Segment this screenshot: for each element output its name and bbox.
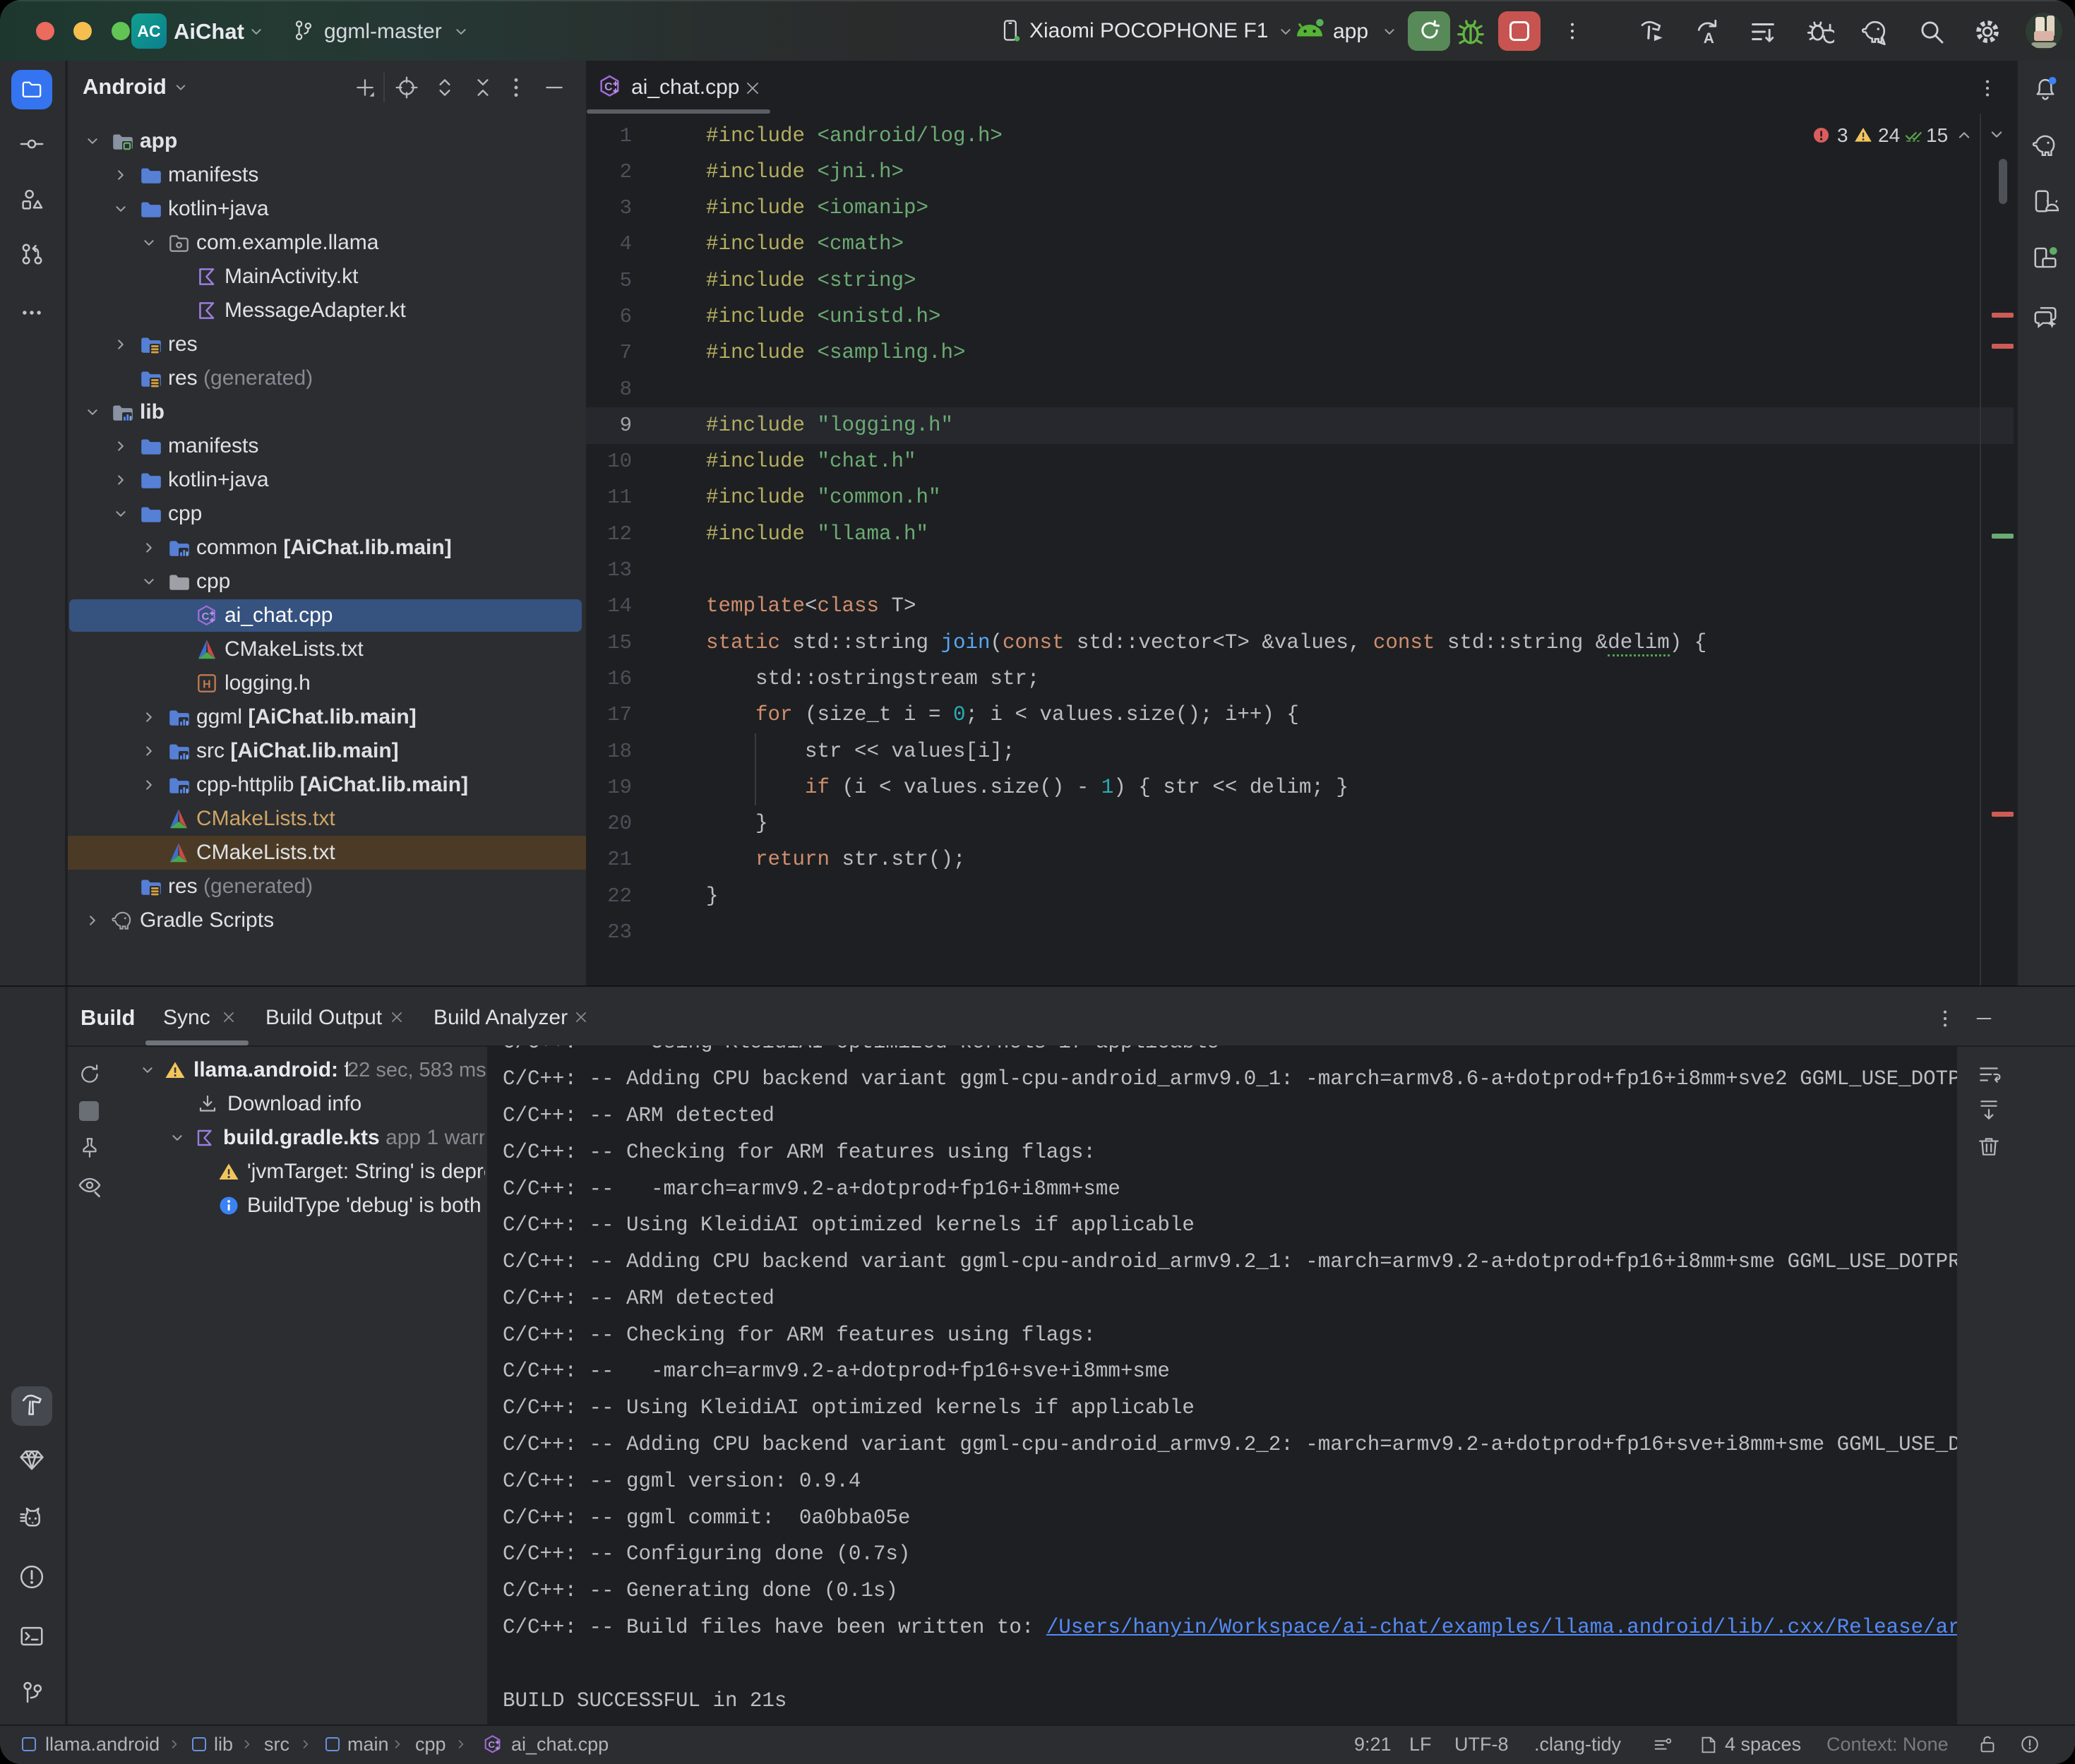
svg-text:C: C [488, 1739, 495, 1750]
svg-text:H: H [203, 678, 211, 690]
svg-text:C: C [604, 81, 612, 93]
svg-text:A: A [1704, 30, 1714, 47]
svg-text:C: C [202, 611, 210, 623]
